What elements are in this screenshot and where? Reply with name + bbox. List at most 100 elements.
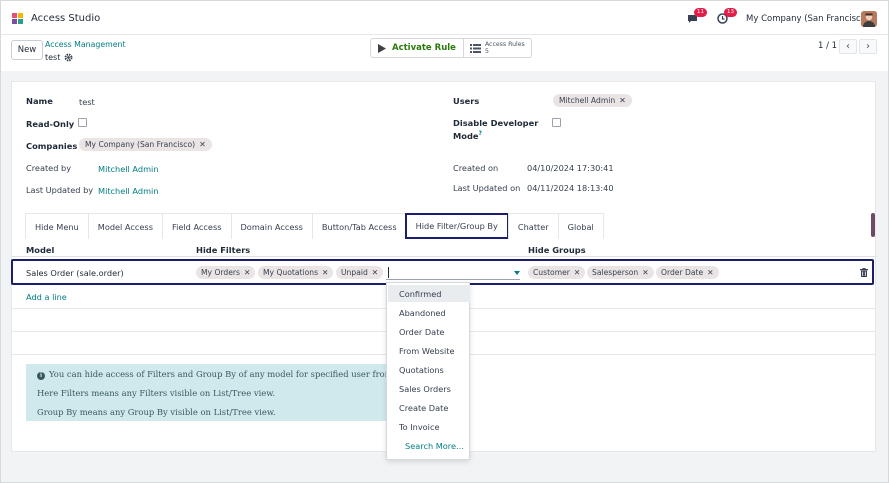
created-by-label: Created by (26, 163, 72, 173)
readonly-label: Read-Only (26, 119, 75, 129)
filter-tag-label: Unpaid (341, 268, 368, 277)
companies-tag[interactable]: My Company (San Francisco) ✕ (79, 138, 212, 151)
group-tag-label: Customer (533, 268, 570, 277)
new-button[interactable]: New (11, 40, 43, 60)
tab-chatter[interactable]: Chatter (507, 213, 558, 239)
companies-label: Companies (26, 141, 78, 151)
column-header-model[interactable]: Model (26, 245, 54, 255)
column-header-hide-filters[interactable]: Hide Filters (196, 245, 250, 255)
breadcrumb: test (45, 53, 73, 62)
dropdown-search-more[interactable]: Search More... (405, 441, 464, 451)
app-title[interactable]: Access Studio (31, 13, 100, 24)
access-rules-button[interactable]: Access Rules 5 (464, 39, 531, 57)
group-tag-label: Salesperson (592, 268, 639, 277)
row-model-field[interactable]: Sales Order (sale.order) (26, 268, 124, 278)
autocomplete-dropdown: Confirmed Abandoned Order Date From Webs… (386, 282, 470, 460)
header-divider (11, 256, 876, 257)
activity-badge: 13 (724, 8, 737, 17)
filter-tag-my-orders[interactable]: My Orders ✕ (196, 266, 256, 279)
list-icon (469, 43, 481, 53)
access-rules-label: Access Rules (484, 41, 525, 48)
trash-icon[interactable] (860, 268, 868, 277)
users-tag[interactable]: Mitchell Admin ✕ (553, 94, 632, 107)
add-line-link[interactable]: Add a line (26, 292, 67, 302)
smart-button-group: Activate Rule Access Rules 5 (370, 38, 532, 58)
users-tag-label: Mitchell Admin (559, 96, 616, 105)
devmode-label: Disable Developer (453, 118, 539, 128)
tab-model-access[interactable]: Model Access (87, 213, 162, 239)
info-icon: i (37, 372, 45, 380)
avatar[interactable] (861, 11, 877, 27)
name-field[interactable]: test (79, 97, 95, 107)
chat-icon[interactable]: 11 (687, 8, 707, 27)
dropdown-item-order-date[interactable]: Order Date (399, 327, 444, 337)
dropdown-item-abandoned[interactable]: Abandoned (399, 308, 446, 318)
close-icon[interactable]: ✕ (322, 268, 328, 277)
notebook-tabs: Hide Menu Model Access Field Access Doma… (25, 213, 604, 239)
info-alert: i You can hide access of Filters and Grou… (26, 364, 387, 421)
app-logo-icon[interactable] (12, 13, 24, 25)
caret-down-icon[interactable] (514, 271, 520, 275)
tab-domain-access[interactable]: Domain Access (230, 213, 312, 239)
users-label: Users (453, 96, 480, 106)
tab-field-access[interactable]: Field Access (161, 213, 231, 239)
filter-tag-label: My Orders (201, 268, 240, 277)
name-label: Name (26, 96, 53, 106)
tab-hide-filter-group-by[interactable]: Hide Filter/Group By (404, 213, 509, 239)
tab-hide-menu[interactable]: Hide Menu (25, 213, 88, 239)
group-tag-customer[interactable]: Customer ✕ (528, 266, 586, 279)
devmode-checkbox[interactable] (552, 118, 561, 127)
updated-on-value: 04/11/2024 18:13:40 (527, 183, 614, 193)
devmode-label-2: Mode? (453, 130, 482, 141)
access-rules-count: 5 (484, 48, 489, 55)
close-icon[interactable]: ✕ (574, 268, 580, 277)
created-on-value: 04/10/2024 17:30:41 (527, 163, 614, 173)
activate-rule-label: Activate Rule (392, 43, 456, 53)
pager-value[interactable]: 1 / 1 (818, 41, 837, 51)
group-tag-label: Order Date (661, 268, 704, 277)
group-tag-salesperson[interactable]: Salesperson ✕ (587, 266, 654, 279)
filter-tag-unpaid[interactable]: Unpaid ✕ (336, 266, 384, 279)
tab-global[interactable]: Global (557, 213, 604, 239)
dropdown-item-quotations[interactable]: Quotations (399, 365, 444, 375)
gear-icon[interactable] (64, 53, 73, 62)
help-icon[interactable]: ? (479, 130, 482, 137)
created-by-link[interactable]: Mitchell Admin (98, 164, 159, 174)
updated-by-link[interactable]: Mitchell Admin (98, 186, 159, 196)
group-tag-order-date[interactable]: Order Date ✕ (656, 266, 719, 279)
scrollbar-thumb[interactable] (871, 213, 875, 237)
dropdown-item-sales-orders[interactable]: Sales Orders (399, 384, 451, 394)
breadcrumb-parent[interactable]: Access Management (45, 40, 126, 49)
text-caret (388, 267, 389, 278)
chevron-left-icon[interactable]: ‹ (839, 39, 857, 54)
filter-tag-my-quotations[interactable]: My Quotations ✕ (258, 266, 334, 279)
hide-filters-input[interactable] (386, 266, 520, 280)
info-line-1: You can hide access of Filters and Group… (49, 369, 387, 379)
tab-button-tab-access[interactable]: Button/Tab Access (311, 213, 406, 239)
updated-on-label: Last Updated on (453, 183, 521, 193)
clock-icon[interactable]: 13 (717, 8, 737, 27)
play-icon (378, 43, 386, 53)
close-icon[interactable]: ✕ (372, 268, 378, 277)
chevron-right-icon[interactable]: › (859, 39, 877, 54)
close-icon[interactable]: ✕ (244, 268, 250, 277)
column-header-hide-groups[interactable]: Hide Groups (528, 245, 586, 255)
close-icon[interactable]: ✕ (619, 96, 626, 105)
company-switcher[interactable]: My Company (San Francisco) (746, 14, 869, 24)
dropdown-item-confirmed[interactable]: Confirmed (399, 289, 442, 299)
close-icon[interactable]: ✕ (642, 268, 648, 277)
dropdown-item-from-website[interactable]: From Website (399, 346, 455, 356)
readonly-checkbox[interactable] (78, 118, 87, 127)
close-icon[interactable]: ✕ (707, 268, 713, 277)
info-line-2: Here Filters means any Filters visible o… (37, 388, 276, 398)
dropdown-item-create-date[interactable]: Create Date (399, 403, 448, 413)
dropdown-item-to-invoice[interactable]: To Invoice (399, 422, 440, 432)
activate-rule-button[interactable]: Activate Rule (371, 39, 464, 57)
breadcrumb-current: test (45, 53, 61, 62)
chat-badge: 11 (694, 8, 707, 17)
created-on-label: Created on (453, 163, 499, 173)
close-icon[interactable]: ✕ (199, 140, 206, 149)
info-line-3: Group By means any Group By visible on L… (37, 407, 276, 417)
updated-by-label: Last Updated by (26, 185, 94, 195)
filter-tag-label: My Quotations (263, 268, 319, 277)
